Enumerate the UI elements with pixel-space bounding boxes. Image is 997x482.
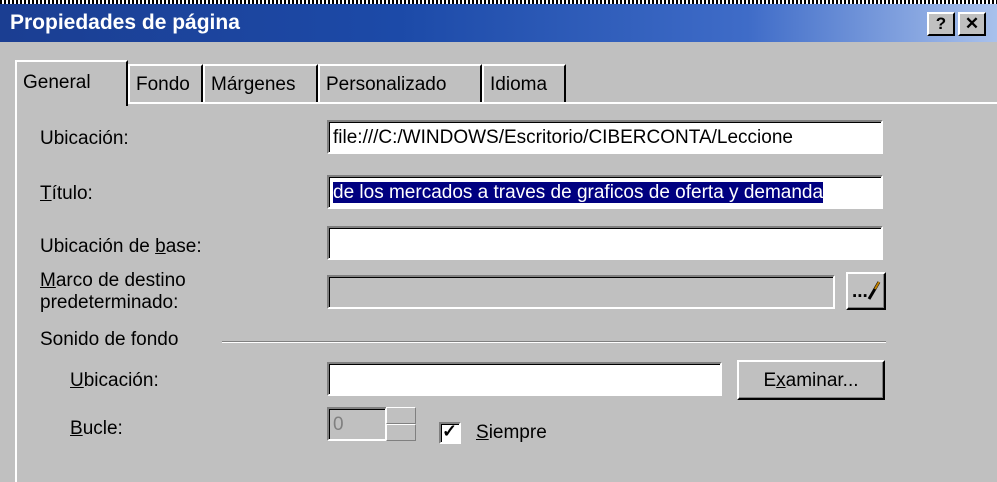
default-frame-field[interactable] [327, 275, 835, 309]
location-label: Ubicación: [40, 128, 129, 149]
loop-spinner[interactable] [386, 407, 416, 441]
sound-location-label: Ubicación: [70, 370, 159, 391]
title-value: de los mercados a traves de graficos de … [333, 182, 824, 203]
base-location-field[interactable] [327, 226, 883, 260]
sound-location-field[interactable] [327, 362, 722, 396]
help-button[interactable]: ? [927, 12, 955, 36]
spin-down-icon[interactable] [386, 424, 416, 441]
tab-general[interactable]: General [15, 60, 128, 106]
tab-idioma[interactable]: Idioma [482, 64, 566, 102]
group-divider [222, 341, 886, 343]
tab-personalizado[interactable]: Personalizado [318, 64, 482, 102]
always-label: Siempre [476, 422, 547, 443]
close-button[interactable]: ✕ [958, 12, 986, 36]
location-field[interactable]: file:///C:/WINDOWS/Escritorio/CIBERCONTA… [327, 120, 883, 154]
tab-margenes[interactable]: Márgenes [203, 64, 318, 102]
location-value: file:///C:/WINDOWS/Escritorio/CIBERCONTA… [333, 127, 793, 148]
always-checkbox[interactable]: ✓ [439, 421, 461, 444]
default-frame-label: Marco de destino predeterminado: [40, 270, 186, 313]
browse-button[interactable]: Examinar... [737, 360, 885, 400]
title-label: Título: [40, 183, 93, 204]
tab-fondo[interactable]: Fondo [128, 64, 203, 102]
pencil-icon [866, 280, 882, 308]
dialog-title: Propiedades de página [10, 11, 240, 34]
loop-count-field[interactable]: 0 [327, 407, 387, 441]
frame-browse-button[interactable]: ... [846, 272, 886, 310]
title-bar: Propiedades de página ? ✕ [0, 4, 997, 42]
base-location-label: Ubicación de base: [40, 236, 202, 257]
loop-label: Bucle: [70, 418, 123, 439]
title-field[interactable]: de los mercados a traves de graficos de … [327, 175, 883, 209]
background-sound-group-label: Sonido de fondo [40, 329, 179, 350]
checkmark-icon: ✓ [442, 421, 458, 441]
spin-up-icon[interactable] [386, 407, 416, 424]
